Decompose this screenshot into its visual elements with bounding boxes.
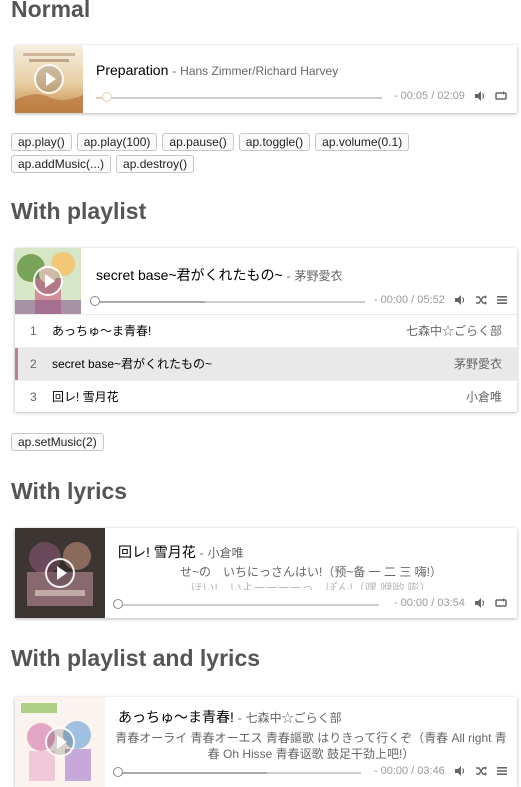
song-title: あっちゅ～ま青春! [118,709,234,725]
audio-player-lyrics: 回レ! 雪月花 - 小倉唯 せ~の いちにっさんはい!（预~备 一 二 三 嗨!… [15,528,517,618]
player-controls: - 00:05 / 02:09 [394,90,507,102]
player-controls: - 00:00 / 03:54 [394,597,507,609]
now-playing: Preparation - Hans Zimmer/Richard Harvey [96,62,338,78]
api-pause-button[interactable]: ap.pause() [162,133,234,151]
playlist-item-artist: 七森中☆ごらく部 [405,324,502,338]
song-author-sep: - [172,64,177,78]
song-author-sep: - [237,711,242,725]
api-play-100-button[interactable]: ap.play(100) [76,133,158,151]
album-cover[interactable] [15,697,105,787]
song-title: secret base~君がくれたもの~ [96,267,283,283]
audio-player-playlist: secret base~君がくれたもの~ - 茅野愛衣 - 00:00 / 05… [15,248,517,414]
playlist-item-artist: 茅野愛衣 [453,357,502,371]
api-add-music-button[interactable]: ap.addMusic(...) [11,155,112,173]
progress-bar[interactable] [90,296,365,308]
time-display: - 00:00 / 03:46 [373,765,445,777]
volume-icon[interactable] [454,765,466,777]
shuffle-icon[interactable] [475,294,487,306]
progress-track [113,604,379,606]
progress-thumb[interactable] [113,599,123,609]
section-title-normal: Normal [11,0,91,22]
lyric-next-line: ほい! いよーーーーっ ぽん!（嘿 咿哟 嘭） [190,581,432,590]
player-info: 回レ! 雪月花 - 小倉唯 せ~の いちにっさんはい!（预~备 一 二 三 嗨!… [105,528,517,618]
time-display: - 00:00 / 05:52 [373,294,445,306]
audio-player-playlist-lyrics: あっちゅ～ま青春! - 七森中☆ごらく部 青春オーライ 青春オーエス 青春謳歌 … [15,697,517,787]
playlist-item-active[interactable]: 2 secret base~君がくれたもの~ 茅野愛衣 [15,348,517,381]
play-icon[interactable] [33,266,63,296]
api-destroy-button[interactable]: ap.destroy() [116,155,195,173]
progress-loaded [90,301,205,303]
loop-icon[interactable] [495,90,507,102]
play-icon[interactable] [45,558,75,588]
now-playing: あっちゅ～ま青春! - 七森中☆ごらく部 [118,707,342,727]
song-author-sep: - [199,546,204,560]
song-title: 回レ! 雪月花 [118,544,196,560]
progress-bar[interactable] [113,767,361,779]
now-playing: 回レ! 雪月花 - 小倉唯 [118,542,244,562]
player-info: secret base~君がくれたもの~ - 茅野愛衣 - 00:00 / 05… [81,248,517,314]
song-author: 小倉唯 [207,546,244,560]
loop-icon[interactable] [495,597,507,609]
playlist-item-artist: 小倉唯 [465,390,502,404]
progress-thumb[interactable] [113,767,123,777]
song-author: 茅野愛衣 [294,269,343,283]
section-title-playlist: With playlist [11,198,147,224]
album-cover[interactable] [15,45,83,113]
album-cover[interactable] [15,528,105,618]
player-controls: - 00:00 / 05:52 [374,294,508,306]
player-info: Preparation - Hans Zimmer/Richard Harvey… [83,45,517,113]
playlist-item-title: 回レ! 雪月花 [52,390,119,404]
song-author: 七森中☆ごらく部 [245,711,342,725]
playlist-item[interactable]: 1 あっちゅ～ま青春! 七森中☆ごらく部 [15,315,517,348]
volume-icon[interactable] [454,294,466,306]
section-title-lyrics: With lyrics [11,478,128,504]
play-icon[interactable] [34,64,64,94]
progress-thumb[interactable] [102,92,112,102]
now-playing: secret base~君がくれたもの~ - 茅野愛衣 [96,265,343,285]
playlist: 1 あっちゅ～ま青春! 七森中☆ごらく部 2 secret base~君がくれた… [15,314,517,414]
api-volume-button[interactable]: ap.volume(0.1) [315,133,410,151]
lyric-current-line: せ~の いちにっさんはい!（预~备 一 二 三 嗨!） [179,565,443,579]
playlist-item-title: secret base~君がくれたもの~ [52,357,213,371]
menu-icon[interactable] [496,294,508,306]
api-buttons: ap.play() ap.play(100) ap.pause() ap.toggle… [11,133,513,177]
progress-track [96,97,382,99]
playlist-item-title: あっちゅ～ま青春! [52,324,152,338]
progress-bar[interactable] [96,92,382,104]
player-controls: - 00:00 / 03:46 [374,765,508,777]
playlist-item-index: 1 [30,324,37,338]
lyrics-panel: せ~の いちにっさんはい!（预~备 一 二 三 嗨!） ほい! いよーーーーっ … [105,564,517,590]
shuffle-icon[interactable] [475,765,487,777]
progress-loaded [113,772,267,774]
audio-player-normal: Preparation - Hans Zimmer/Richard Harvey… [15,45,517,113]
lyrics-panel: 青春オーライ 青春オーエス 青春謳歌 はりきって行くぞ（青春 All right… [105,730,517,762]
api-play-button[interactable]: ap.play() [11,133,72,151]
lyric-current-line-2: 春 Oh Hisse 青春讴歌 鼓足干劲上吧!） [207,747,415,761]
api-toggle-button[interactable]: ap.toggle() [238,133,311,151]
section-title-playlist-lyrics: With playlist and lyrics [11,645,261,671]
playlist-item[interactable]: 3 回レ! 雪月花 小倉唯 [15,381,517,414]
api-buttons-2: ap.setMusic(2) [11,433,513,455]
song-author-sep: - [286,269,291,283]
time-display: - 00:05 / 02:09 [393,90,465,102]
time-display: - 00:00 / 03:54 [393,597,465,609]
menu-icon[interactable] [496,765,508,777]
playlist-item-index: 2 [30,357,37,371]
album-cover[interactable] [15,248,81,314]
song-author: Hans Zimmer/Richard Harvey [180,64,339,78]
volume-icon[interactable] [474,90,486,102]
volume-icon[interactable] [474,597,486,609]
player-info: あっちゅ～ま青春! - 七森中☆ごらく部 青春オーライ 青春オーエス 青春謳歌 … [105,697,517,787]
song-title: Preparation [96,62,169,78]
lyric-current-line: 青春オーライ 青春オーエス 青春謳歌 はりきって行くぞ（青春 All right… [115,731,507,745]
progress-thumb[interactable] [90,296,100,306]
playlist-item-index: 3 [30,390,37,404]
api-set-music-button[interactable]: ap.setMusic(2) [11,433,104,451]
progress-bar[interactable] [113,599,379,611]
play-icon[interactable] [45,727,75,757]
